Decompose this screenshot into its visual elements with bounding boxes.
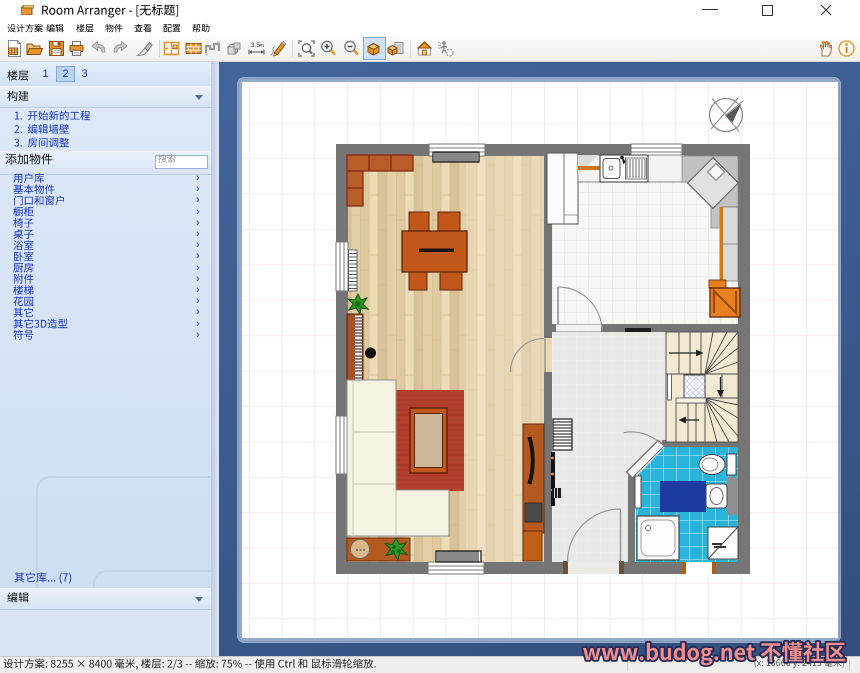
svg-text:m: m bbox=[259, 43, 264, 49]
